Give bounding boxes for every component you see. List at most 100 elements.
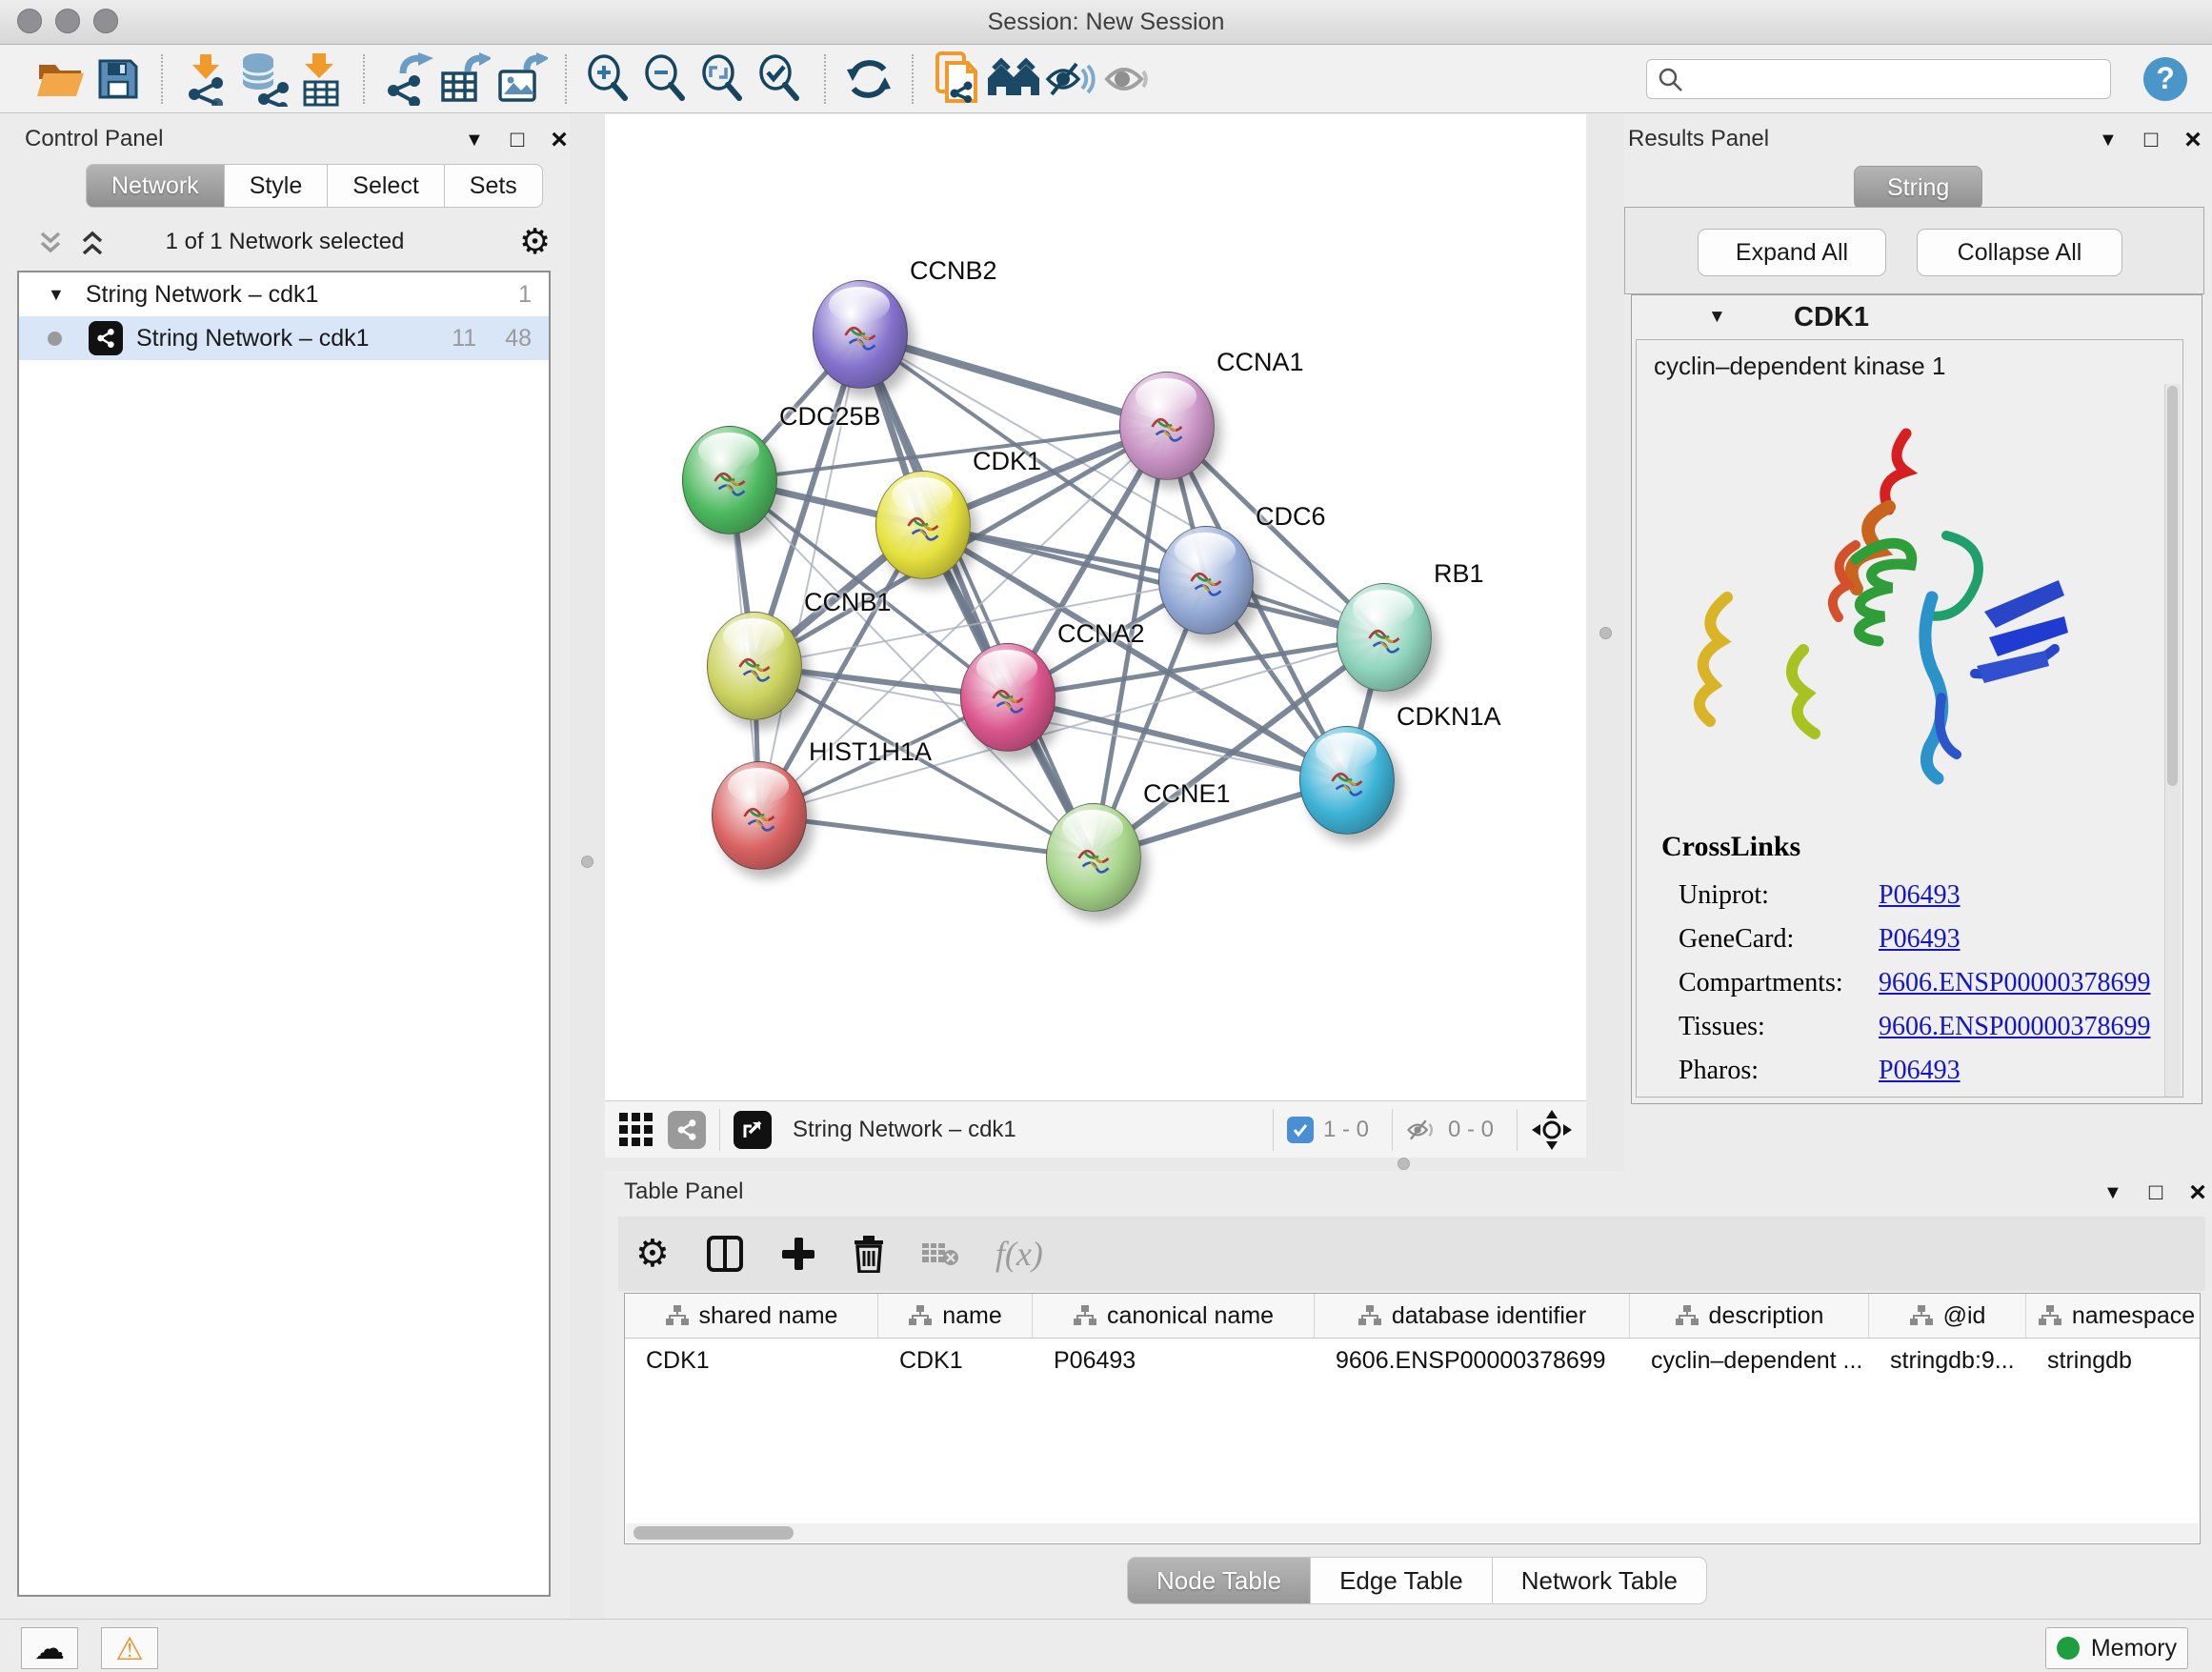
table-panel-float-icon[interactable]: ▼ xyxy=(2103,1182,2122,1204)
import-network-database-button[interactable] xyxy=(234,50,292,108)
network-type-share-icon[interactable] xyxy=(668,1111,706,1149)
search-input[interactable] xyxy=(1646,59,2111,99)
left-splitter[interactable] xyxy=(570,114,605,1619)
save-session-button[interactable] xyxy=(90,50,147,108)
network-row[interactable]: String Network – cdk1 11 48 xyxy=(19,316,549,360)
edge-CCNB2-CCNE1[interactable] xyxy=(860,334,1094,857)
table-panel-maximize-icon[interactable]: □ xyxy=(2149,1179,2163,1206)
control-panel-close-icon[interactable]: × xyxy=(551,124,568,156)
show-columns-icon[interactable] xyxy=(706,1235,744,1273)
export-table-button[interactable] xyxy=(436,50,493,108)
cell[interactable]: cyclin–dependent ... xyxy=(1630,1339,1869,1382)
collapse-all-button[interactable]: Collapse All xyxy=(1917,229,2122,276)
column-header-id[interactable]: @id xyxy=(1869,1294,2026,1338)
show-all-button[interactable] xyxy=(1099,50,1156,108)
node-CCNA2[interactable] xyxy=(960,643,1056,752)
hidden-eye-slash-icon[interactable] xyxy=(1406,1117,1438,1143)
cell[interactable]: CDK1 xyxy=(878,1339,1033,1382)
results-scrollbar-thumb[interactable] xyxy=(2167,386,2178,786)
column-header-description[interactable]: description xyxy=(1630,1294,1869,1338)
node-CCNA1[interactable] xyxy=(1119,372,1215,480)
birds-eye-view-icon[interactable] xyxy=(618,1112,654,1148)
results-panel-float-icon[interactable]: ▼ xyxy=(2099,130,2118,151)
results-panel-close-icon[interactable]: × xyxy=(2184,124,2202,156)
crosslink-link[interactable]: 9606.ENSP00000378699 xyxy=(1879,968,2150,998)
open-session-button[interactable] xyxy=(32,50,90,108)
table-options-gear-icon[interactable]: ⚙ xyxy=(635,1235,670,1273)
column-header-namespace[interactable]: namespace xyxy=(2026,1294,2201,1338)
tab-sets[interactable]: Sets xyxy=(445,164,543,208)
memory-button[interactable]: Memory xyxy=(2045,1627,2188,1669)
open-in-window-icon[interactable] xyxy=(734,1111,772,1149)
create-column-plus-icon[interactable] xyxy=(780,1236,816,1272)
node-CCNB1[interactable] xyxy=(707,612,802,720)
table-splitter[interactable] xyxy=(605,1158,1624,1171)
cell[interactable]: stringdb:9... xyxy=(1869,1339,2026,1382)
export-image-button[interactable] xyxy=(493,50,551,108)
edge-HIST1H1A-CCNE1[interactable] xyxy=(759,816,1094,857)
first-neighbors-button[interactable] xyxy=(985,50,1042,108)
network-options-gear-icon[interactable]: ⚙ xyxy=(519,224,551,259)
table-panel-close-icon[interactable]: × xyxy=(2189,1177,2206,1209)
tab-edge-table[interactable]: Edge Table xyxy=(1311,1557,1493,1604)
delete-table-icon[interactable] xyxy=(921,1239,959,1268)
column-header-canonicalname[interactable]: canonical name xyxy=(1033,1294,1315,1338)
function-builder-button[interactable]: f(x) xyxy=(995,1234,1043,1274)
network-view-canvas[interactable]: CCNB2CCNA1CDC25BCDK1CDC6RB1CCNB1CCNA2CDK… xyxy=(605,114,1586,1100)
gene-collapse-triangle[interactable]: ▼ xyxy=(1708,307,1726,328)
refresh-button[interactable] xyxy=(840,50,897,108)
hide-selected-button[interactable] xyxy=(1042,50,1099,108)
results-tab-string[interactable]: String xyxy=(1854,166,1982,210)
column-header-sharedname[interactable]: shared name xyxy=(625,1294,878,1338)
tab-select[interactable]: Select xyxy=(328,164,444,208)
new-network-from-selection-button[interactable] xyxy=(928,50,985,108)
export-network-button[interactable] xyxy=(379,50,436,108)
collection-expand-triangle[interactable]: ▼ xyxy=(48,285,65,305)
delete-column-trash-icon[interactable] xyxy=(853,1235,885,1273)
cell[interactable]: 9606.ENSP00000378699 xyxy=(1315,1339,1630,1382)
zoom-in-button[interactable] xyxy=(581,50,638,108)
crosslink-link[interactable]: P06493 xyxy=(1879,924,1961,955)
node-RB1[interactable] xyxy=(1337,583,1432,692)
control-panel-float-icon[interactable]: ▼ xyxy=(465,130,484,151)
cloud-status-button[interactable]: ☁ xyxy=(21,1627,78,1669)
pan-crosshair-icon[interactable] xyxy=(1531,1109,1573,1151)
results-scrollbar[interactable] xyxy=(2164,384,2181,1098)
zoom-fit-button[interactable] xyxy=(695,50,753,108)
cell[interactable]: P06493 xyxy=(1033,1339,1315,1382)
import-table-file-button[interactable] xyxy=(292,50,349,108)
column-header-databaseidentifier[interactable]: database identifier xyxy=(1315,1294,1630,1338)
crosslink-link[interactable]: 9606.ENSP00000378699 xyxy=(1879,1012,2150,1042)
node-CCNB2[interactable] xyxy=(813,280,908,389)
zoom-out-button[interactable] xyxy=(638,50,695,108)
selected-count-checkbox-icon[interactable] xyxy=(1287,1117,1314,1143)
node-HIST1H1A[interactable] xyxy=(712,761,807,870)
column-header-name[interactable]: name xyxy=(878,1294,1033,1338)
node-CDC25B[interactable] xyxy=(682,426,777,534)
cell[interactable]: stringdb xyxy=(2026,1339,2201,1382)
table-scrollbar-thumb[interactable] xyxy=(633,1526,794,1540)
tab-network[interactable]: Network xyxy=(86,164,225,208)
tab-node-table[interactable]: Node Table xyxy=(1127,1557,1311,1604)
table-horizontal-scrollbar[interactable] xyxy=(626,1523,2199,1542)
import-network-file-button[interactable] xyxy=(177,50,234,108)
help-button[interactable]: ? xyxy=(2143,57,2187,101)
node-CDK1[interactable] xyxy=(875,471,971,579)
tab-network-table[interactable]: Network Table xyxy=(1493,1557,1707,1604)
gene-section-header[interactable]: ▼ CDK1 xyxy=(1632,295,2202,339)
warnings-button[interactable]: ⚠ xyxy=(101,1627,158,1669)
network-edges-layer xyxy=(605,114,1586,1100)
zoom-selected-button[interactable] xyxy=(753,50,810,108)
crosslink-link[interactable]: P06493 xyxy=(1879,880,1961,911)
expand-all-button[interactable]: Expand All xyxy=(1698,229,1886,276)
cell[interactable]: CDK1 xyxy=(625,1339,878,1382)
tab-style[interactable]: Style xyxy=(225,164,329,208)
node-CDKN1A[interactable] xyxy=(1299,726,1395,835)
node-table-row[interactable]: CDK1CDK1P064939606.ENSP00000378699cyclin… xyxy=(625,1339,2200,1382)
node-CDC6[interactable] xyxy=(1158,526,1254,635)
results-panel-maximize-icon[interactable]: □ xyxy=(2144,127,2159,153)
node-CCNE1[interactable] xyxy=(1046,803,1141,912)
network-collection-row[interactable]: ▼ String Network – cdk1 1 xyxy=(19,272,549,316)
crosslink-link[interactable]: P06493 xyxy=(1879,1056,1961,1086)
control-panel-maximize-icon[interactable]: □ xyxy=(511,127,525,153)
